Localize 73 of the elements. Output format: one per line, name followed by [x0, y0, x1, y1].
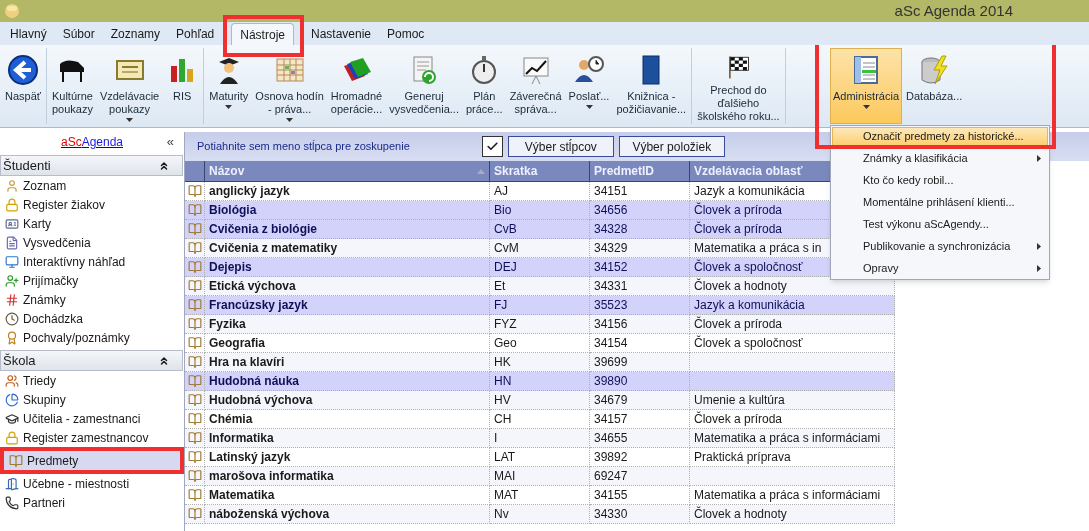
table-cell: Cvičenia z matematiky — [205, 239, 490, 258]
table-cell: 34154 — [590, 334, 690, 353]
table-cell: CH — [490, 410, 590, 429]
table-cell: MAT — [490, 486, 590, 505]
table-cell: Latinský jazyk — [205, 448, 490, 467]
table-cell: Cvičenia z biológie — [205, 220, 490, 239]
table-cell: marošova informatika — [205, 467, 490, 486]
table-cell: I — [490, 429, 590, 448]
table-cell: Nv — [490, 505, 590, 524]
table-cell: Človek a príroda — [694, 201, 783, 219]
window-title: aSc Agenda 2014 — [894, 0, 1013, 21]
table-cell: LAT — [490, 448, 590, 467]
table-cell: HN — [490, 372, 590, 391]
table-cell: 34151 — [590, 182, 690, 201]
table-cell: Matematika — [205, 486, 490, 505]
table-cell: Človek a príroda — [694, 220, 783, 238]
table-cell: 35523 — [590, 296, 690, 315]
table-cell: DEJ — [490, 258, 590, 277]
table-cell: 34655 — [590, 429, 690, 448]
table-cell: 34329 — [590, 239, 690, 258]
table-cell: Človek a príroda — [694, 410, 783, 428]
table-cell-text: Umenie a kultúra — [694, 392, 785, 409]
table-cell: FJ — [490, 296, 590, 315]
table-cell: 39892 — [590, 448, 690, 467]
group-hint: Potiahnite sem meno stĺpca pre zoskupenie — [197, 139, 410, 155]
table-cell: Fyzika — [205, 315, 490, 334]
table-cell: 34157 — [590, 410, 690, 429]
table-cell: AJ — [490, 182, 590, 201]
table-cell: náboženská výchova — [205, 505, 490, 524]
table-cell: 34328 — [590, 220, 690, 239]
table-cell: Človek a príroda — [694, 315, 783, 333]
table-cell: 34330 — [590, 505, 690, 524]
table-cell: 34155 — [590, 486, 690, 505]
table-cell: Chémia — [205, 410, 490, 429]
table-cell-text: Matematika a práca s informáciami — [694, 430, 881, 447]
table-cell: Človek a hodnoty — [694, 277, 787, 295]
section-title: Škola — [3, 351, 36, 370]
table-cell: MAI — [490, 467, 590, 486]
table-cell-text: Praktická príprava — [694, 449, 791, 466]
table-cell: Geografia — [205, 334, 490, 353]
table-cell: Bio — [490, 201, 590, 220]
table-cell: HK — [490, 353, 590, 372]
table-cell: 34679 — [590, 391, 690, 410]
table-cell: Hudobná náuka — [205, 372, 490, 391]
table-cell: Etická výchova — [205, 277, 490, 296]
table-cell: Hra na klavíri — [205, 353, 490, 372]
table-cell: 39699 — [590, 353, 690, 372]
table-cell: Informatika — [205, 429, 490, 448]
table-cell: 34152 — [590, 258, 690, 277]
section-title: Študenti — [3, 156, 51, 175]
table-cell: 34656 — [590, 201, 690, 220]
table-cell: 69247 — [590, 467, 690, 486]
table-cell: Človek a hodnoty — [694, 505, 787, 523]
table-cell-text: Matematika a práca s in — [694, 240, 822, 257]
table-cell: Geo — [490, 334, 590, 353]
table-cell-text: Matematika a práca s informáciami — [694, 487, 881, 504]
table-cell: 39890 — [590, 372, 690, 391]
table-cell: CvM — [490, 239, 590, 258]
table-cell: FYZ — [490, 315, 590, 334]
table-cell-text: Jazyk a komunikácia — [694, 297, 805, 314]
table-cell: Biológia — [205, 201, 490, 220]
table-cell: CvB — [490, 220, 590, 239]
table-cell-text: Jazyk a komunikácia — [694, 183, 805, 200]
table-cell: anglický jazyk — [205, 182, 490, 201]
table-cell: Hudobná výchova — [205, 391, 490, 410]
table-cell: Et — [490, 277, 590, 296]
table-cell: Človek a spoločnosť — [694, 334, 803, 352]
table-cell: HV — [490, 391, 590, 410]
table-cell: 34156 — [590, 315, 690, 334]
table-cell: Dejepis — [205, 258, 490, 277]
table-cell: 34331 — [590, 277, 690, 296]
table-cell: Človek a spoločnosť — [694, 258, 803, 276]
table-cell: Francúzsky jazyk — [205, 296, 490, 315]
